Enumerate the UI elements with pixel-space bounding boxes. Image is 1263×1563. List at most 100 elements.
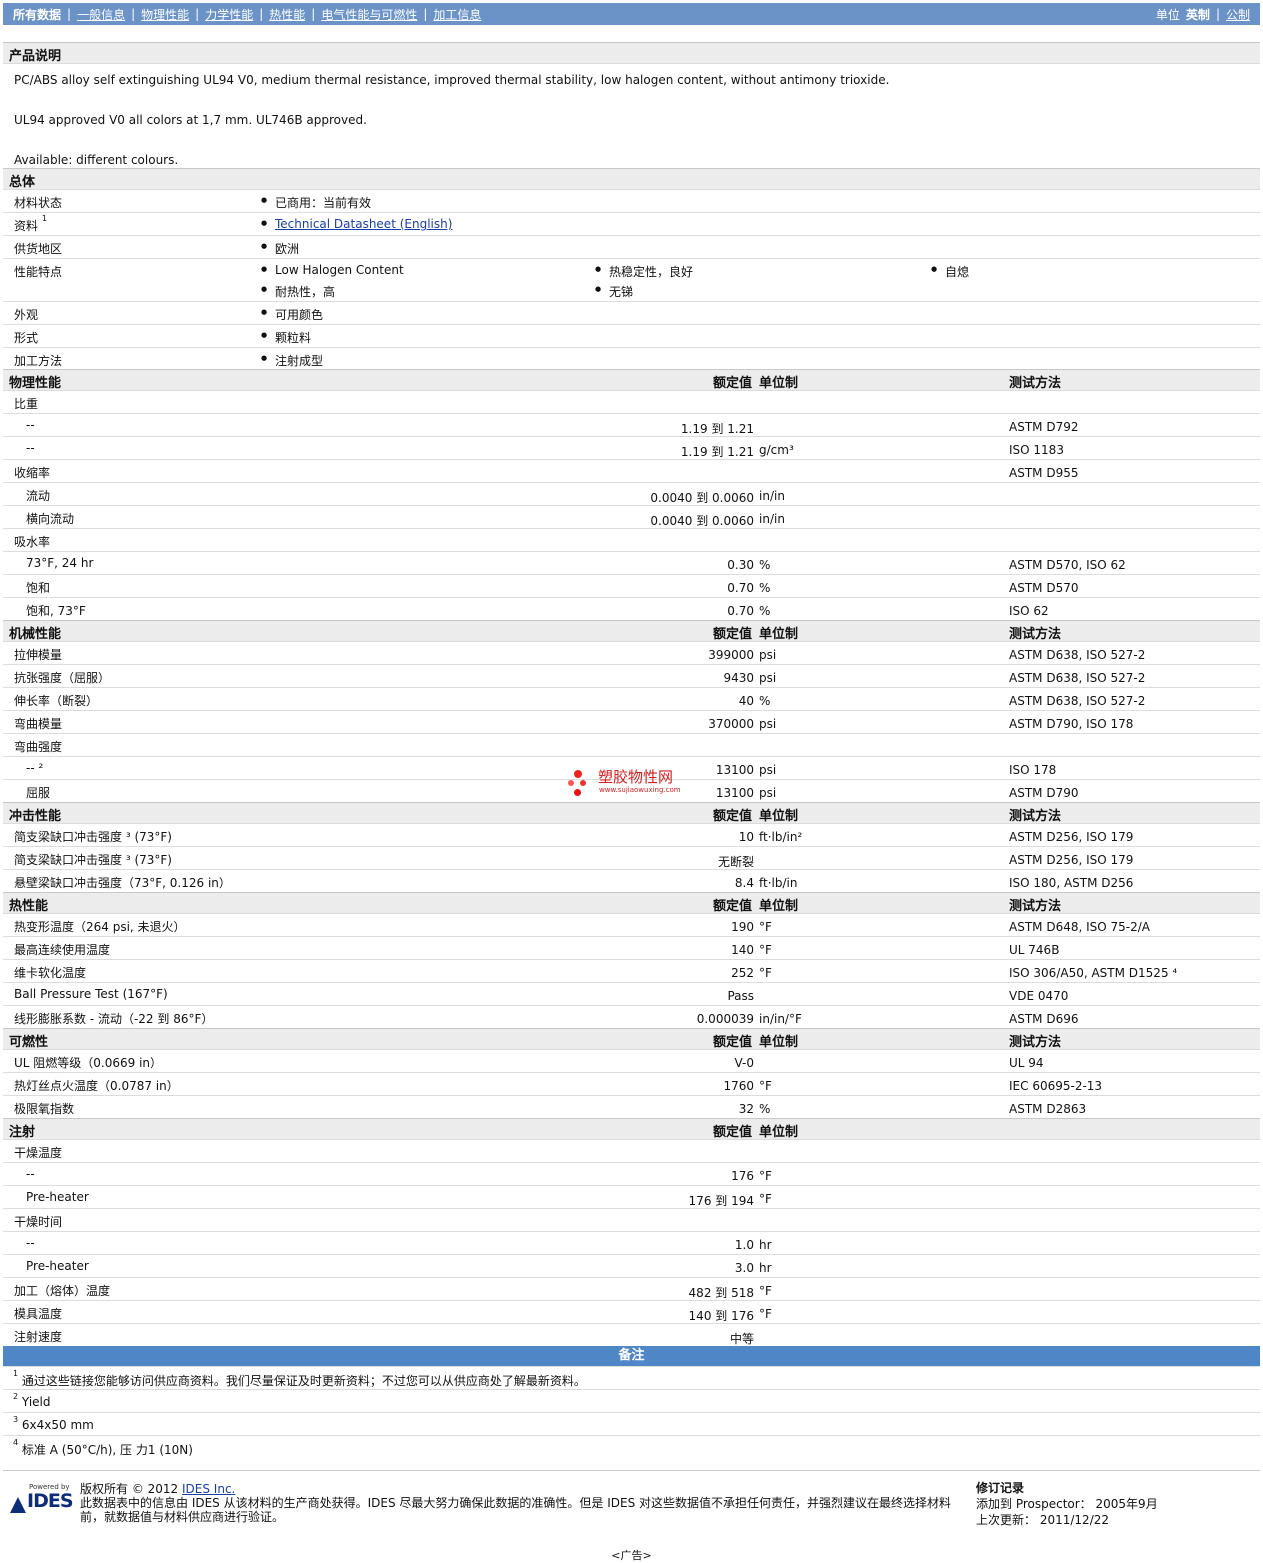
property-value: 482 到 518 [688, 1286, 754, 1300]
property-value: 176 [731, 1169, 754, 1183]
section-title: 热性能 [9, 899, 49, 914]
property-row: UL 阻燃等级（0.0669 in） V-0 UL 94 [3, 1049, 1260, 1072]
nav-strip: 所有数据 | 一般信息 | 物理性能 | 力学性能 | 热性能 | 电气性能与可燃性 | 加… [3, 3, 1260, 25]
row-label: 加工方法 [14, 354, 63, 368]
property-method: ASTM D638, ISO 527-2 [1009, 648, 1146, 662]
column-header-unit: 单位制 [759, 1035, 799, 1050]
property-value: 0.0040 到 0.0060 [650, 514, 754, 528]
property-unit: hr [759, 1261, 772, 1275]
property-method: ASTM D790 [1009, 786, 1079, 800]
property-label: 极限氧指数 [14, 1102, 75, 1116]
datasheet-link[interactable]: Technical Datasheet (English) [275, 217, 452, 231]
ides-logo: Powered by IDES [7, 1483, 77, 1519]
property-row: Pre-heater 176 到 194 °F [3, 1185, 1260, 1208]
tab-electrical-flammability[interactable]: 电气性能与可燃性 [321, 6, 417, 23]
property-unit: % [759, 1102, 771, 1116]
row-value: 注射成型 [261, 352, 323, 369]
property-method: ASTM D955 [1009, 466, 1079, 480]
note-text: 2 Yield [13, 1392, 51, 1409]
description-paragraph: PC/ABS alloy self extinguishing UL94 V0,… [14, 73, 890, 87]
property-unit: °F [759, 1192, 772, 1206]
feature-item: 耐热性，高 [261, 283, 335, 300]
section-title: 物理性能 [9, 376, 62, 391]
column-header-nominal: 额定值 [712, 1125, 752, 1140]
property-value: 399000 [708, 648, 754, 662]
property-row: -- 1.0 hr [3, 1231, 1260, 1254]
notes-list: 1 通过这些链接您能够访问供应商资料。我们尽量保证及时更新资料；不过您可以从供应… [3, 1366, 1260, 1458]
property-value: 40 [738, 694, 754, 708]
property-method: ASTM D790, ISO 178 [1009, 717, 1134, 731]
property-method: ASTM D638, ISO 527-2 [1009, 671, 1146, 685]
property-label: 简支梁缺口冲击强度 ³ (73°F) [14, 830, 172, 844]
note-item: 3 6x4x50 mm [3, 1412, 1260, 1435]
property-row: 饱和 0.70% ASTM D570 [3, 574, 1260, 597]
property-row: 最高连续使用温度 140 °F UL 746B [3, 936, 1260, 959]
property-label: 线形膨胀系数 - 流动（-22 到 86°F） [14, 1012, 214, 1026]
property-value: 252 [731, 966, 754, 980]
watermark-text: 塑胶物性网 [598, 768, 674, 786]
ides-link[interactable]: IDES Inc. [182, 1482, 235, 1496]
tab-thermal[interactable]: 热性能 [269, 6, 305, 23]
general-row: 形式 颗粒料 [3, 324, 1260, 347]
property-label: Pre-heater [26, 1190, 89, 1204]
tab-all-data[interactable]: 所有数据 [13, 6, 61, 23]
column-header-nominal: 额定值 [712, 899, 752, 914]
property-label: 吸水率 [14, 535, 51, 549]
property-row: 横向流动 0.0040 到 0.0060 in/in [3, 505, 1260, 528]
property-label: 维卡软化温度 [14, 966, 87, 980]
column-header-nominal: 额定值 [712, 1035, 752, 1050]
property-method: UL 746B [1009, 943, 1060, 957]
section-header-product: 产品说明 [3, 42, 1260, 64]
tab-mechanical[interactable]: 力学性能 [205, 6, 253, 23]
column-header-unit: 单位制 [759, 1125, 799, 1140]
note-text: 1 通过这些链接您能够访问供应商资料。我们尽量保证及时更新资料；不过您可以从供应… [13, 1369, 586, 1388]
tab-physical[interactable]: 物理性能 [141, 6, 189, 23]
property-label: 弯曲强度 [14, 740, 63, 754]
property-unit: hr [759, 1238, 772, 1252]
property-row: 干燥温度 [3, 1139, 1260, 1162]
property-row: 伸长率（断裂） 40% ASTM D638, ISO 527-2 [3, 687, 1260, 710]
feature-item: 自熄 [931, 263, 969, 280]
property-value: 3.0 [734, 1261, 754, 1275]
section-header-thermal: 热性能 额定值 单位制 测试方法 [3, 892, 1260, 914]
property-value: 0.70 [727, 604, 754, 618]
property-row: 拉伸模量 399000 psi ASTM D638, ISO 527-2 [3, 641, 1260, 664]
property-label: 简支梁缺口冲击强度 ³ (73°F) [14, 853, 172, 867]
property-unit: psi [759, 671, 777, 685]
tab-processing[interactable]: 加工信息 [433, 6, 481, 23]
property-value: 32 [738, 1102, 754, 1116]
property-unit: psi [759, 786, 777, 800]
property-row: -- 1.19 到 1.21 ASTM D792 [3, 413, 1260, 436]
property-label: 拉伸模量 [14, 648, 63, 662]
property-label: 73°F, 24 hr [26, 556, 94, 570]
units-label: 单位 [1155, 7, 1180, 22]
unit-english[interactable]: 英制 [1186, 6, 1210, 23]
property-unit: in/in [759, 489, 785, 503]
property-value: 190 [731, 920, 754, 934]
property-unit: psi [759, 648, 777, 662]
property-label: 饱和, 73°F [26, 604, 86, 618]
property-label: 弯曲模量 [14, 717, 63, 731]
description-paragraph: Available: different colours. [14, 153, 179, 167]
property-row: 吸水率 [3, 528, 1260, 551]
column-header-method: 测试方法 [1009, 376, 1062, 391]
section-header-physical: 物理性能 额定值 单位制 测试方法 [3, 369, 1260, 391]
description-paragraph: UL94 approved V0 all colors at 1,7 mm. U… [14, 113, 367, 127]
unit-metric[interactable]: 公制 [1226, 6, 1250, 23]
column-header-unit: 单位制 [759, 809, 799, 824]
column-header-nominal: 额定值 [712, 376, 752, 391]
property-row: 简支梁缺口冲击强度 ³ (73°F) 无断裂 ASTM D256, ISO 179 [3, 846, 1260, 869]
property-unit: in/in [759, 512, 785, 526]
property-value: 8.4 [734, 876, 754, 890]
section-tabs: 所有数据 | 一般信息 | 物理性能 | 力学性能 | 热性能 | 电气性能与可燃性 | 加… [13, 6, 482, 23]
property-unit: °F [759, 966, 772, 980]
section-header-mechanical: 机械性能 额定值 单位制 测试方法 [3, 620, 1260, 642]
property-unit: °F [759, 1079, 772, 1093]
property-row: 加工（熔体）温度 482 到 518 °F [3, 1277, 1260, 1300]
property-method: ASTM D256, ISO 179 [1009, 853, 1134, 867]
property-value: 1.0 [734, 1238, 754, 1252]
property-unit: in/in/°F [759, 1012, 802, 1026]
tab-general-info[interactable]: 一般信息 [77, 6, 125, 23]
property-row: 维卡软化温度 252 °F ISO 306/A50, ASTM D1525 ⁴ [3, 959, 1260, 982]
property-row: -- 1.19 到 1.21 g/cm³ ISO 1183 [3, 436, 1260, 459]
